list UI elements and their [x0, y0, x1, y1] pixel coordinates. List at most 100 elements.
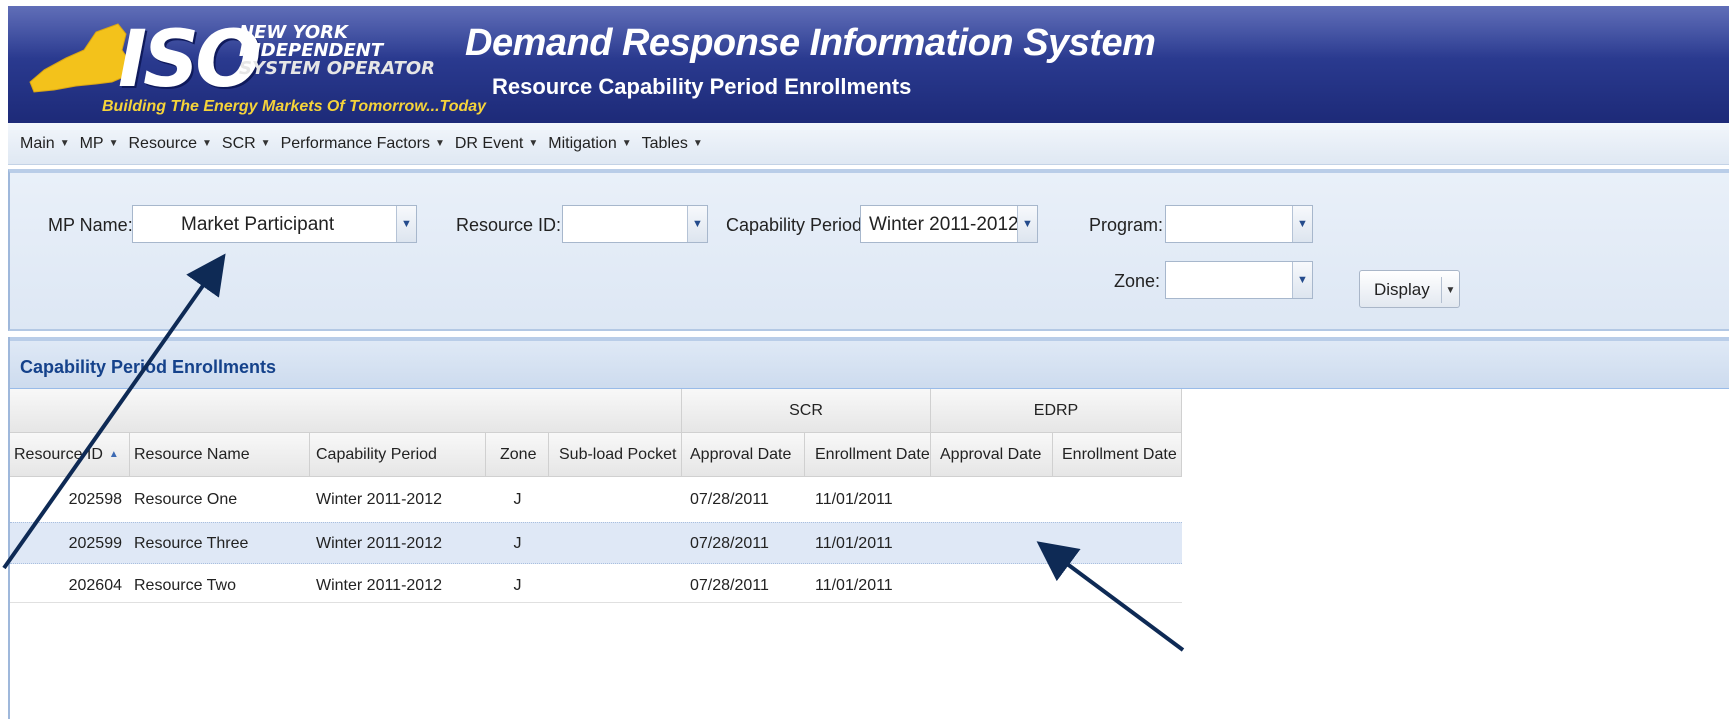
- cell-scr-enrollment-date: 11/01/2011: [815, 577, 893, 594]
- menu-mitigation[interactable]: Mitigation ▼: [548, 135, 631, 153]
- header-scr-approval-date[interactable]: Approval Date: [682, 433, 805, 477]
- header-edrp-enrollment-date[interactable]: Enrollment Date: [1053, 433, 1182, 477]
- menu-performance-factors-label: Performance Factors: [280, 134, 430, 152]
- menu-dr-event[interactable]: DR Event ▼: [455, 135, 538, 153]
- cell-zone: J: [513, 535, 522, 552]
- main-menu-bar: Main ▼ MP ▼ Resource ▼ SCR ▼ Performance Fac…: [8, 123, 1729, 165]
- cell-zone: J: [513, 491, 522, 508]
- page-subtitle: Resource Capability Period Enrollments: [492, 74, 912, 99]
- cell-edrp-approval-date: [940, 565, 1053, 607]
- header-sub-load-pocket[interactable]: Sub-load Pocket: [549, 433, 682, 477]
- cell-edrp-enrollment-date: [1062, 479, 1182, 521]
- header-zone[interactable]: Zone: [486, 433, 549, 477]
- caret-down-icon: ▼: [108, 138, 119, 149]
- cell-edrp-approval-date: [940, 479, 1053, 521]
- cell-zone: J: [513, 577, 522, 594]
- display-button[interactable]: Display ▼: [1359, 270, 1460, 308]
- cell-scr-enrollment-date: 11/01/2011: [815, 491, 893, 508]
- caret-down-icon: ▼: [621, 138, 632, 149]
- menu-dr-event-label: DR Event: [454, 134, 524, 152]
- menu-main[interactable]: Main ▼: [20, 135, 70, 153]
- cell-capability-period: Winter 2011-2012: [316, 577, 442, 594]
- cell-resource-id: 202604: [68, 577, 122, 594]
- enrollments-grid-panel: Capability Period Enrollments SCR EDRP R…: [8, 337, 1729, 719]
- cell-sub-load-pocket: [559, 479, 682, 521]
- zone-combo[interactable]: ▼: [1165, 261, 1313, 299]
- program-combo[interactable]: ▼: [1165, 205, 1313, 243]
- dropdown-arrow-icon[interactable]: ▼: [396, 206, 416, 242]
- header-resource-id-label: Resource ID: [14, 445, 103, 463]
- cell-sub-load-pocket: [559, 565, 682, 607]
- app-title: Demand Response Information System: [465, 22, 1156, 64]
- menu-performance-factors[interactable]: Performance Factors ▼: [281, 135, 445, 153]
- grid-title: Capability Period Enrollments: [20, 357, 277, 377]
- header-edrp-approval-date[interactable]: Approval Date: [931, 433, 1053, 477]
- mp-name-combo[interactable]: Market Participant ▼: [132, 205, 417, 243]
- cell-resource-id: 202598: [68, 491, 122, 508]
- header-banner: ISO NEW YORK INDEPENDENT SYSTEM OPERATOR…: [8, 6, 1729, 123]
- mp-name-label: MP Name:: [48, 215, 133, 235]
- dropdown-arrow-icon[interactable]: ▼: [1292, 206, 1312, 242]
- menu-scr-label: SCR: [221, 134, 256, 152]
- zone-label: Zone:: [1114, 271, 1161, 291]
- grid-bottom-border: [10, 602, 1182, 603]
- cell-capability-period: Winter 2011-2012: [316, 535, 442, 552]
- menu-scr[interactable]: SCR ▼: [222, 135, 271, 153]
- caret-down-icon: ▼: [692, 138, 703, 149]
- dropdown-arrow-icon[interactable]: ▼: [687, 206, 707, 242]
- cell-edrp-enrollment-date: [1062, 565, 1182, 607]
- display-button-label: Display: [1374, 280, 1430, 299]
- menu-resource-label: Resource: [128, 134, 197, 152]
- table-row[interactable]: 202598 Resource One Winter 2011-2012 J 0…: [10, 479, 1182, 521]
- cell-sub-load-pocket: [559, 523, 682, 565]
- cell-scr-approval-date: 07/28/2011: [690, 491, 769, 508]
- menu-resource[interactable]: Resource ▼: [129, 135, 212, 153]
- capability-period-label: Capability Period:: [726, 215, 868, 235]
- sort-ascending-icon[interactable]: ▲: [109, 449, 119, 460]
- group-header-scr: SCR: [682, 389, 931, 433]
- menu-mp-label: MP: [79, 134, 104, 152]
- cell-scr-approval-date: 07/28/2011: [690, 577, 769, 594]
- cell-capability-period: Winter 2011-2012: [316, 491, 442, 508]
- header-scr-enrollment-date[interactable]: Enrollment Date: [805, 433, 931, 477]
- program-label: Program:: [1089, 215, 1164, 235]
- header-capability-period[interactable]: Capability Period: [310, 433, 486, 477]
- grid-title-bar: Capability Period Enrollments: [10, 337, 1729, 389]
- menu-mitigation-label: Mitigation: [548, 134, 617, 152]
- caret-down-icon: ▼: [434, 138, 445, 149]
- split-arrow-icon[interactable]: ▼: [1441, 277, 1459, 303]
- cell-scr-approval-date: 07/28/2011: [690, 535, 769, 552]
- menu-mp[interactable]: MP ▼: [80, 135, 119, 153]
- header-resource-name[interactable]: Resource Name: [130, 433, 310, 477]
- resource-id-label: Resource ID:: [456, 215, 562, 235]
- cell-resource-id: 202599: [68, 535, 122, 552]
- menu-tables[interactable]: Tables ▼: [642, 135, 703, 153]
- table-row-selected[interactable]: 202599 Resource Three Winter 2011-2012 J…: [10, 522, 1182, 564]
- group-header-blank: [10, 389, 682, 433]
- capability-period-value: Winter 2011-2012: [869, 214, 1019, 235]
- caret-down-icon: ▼: [260, 138, 271, 149]
- cell-edrp-enrollment-date: [1062, 523, 1182, 565]
- mp-name-value: Market Participant: [181, 214, 335, 235]
- nyiso-logo[interactable]: ISO NEW YORK INDEPENDENT SYSTEM OPERATOR…: [26, 20, 506, 120]
- cell-edrp-approval-date: [940, 523, 1053, 565]
- group-header-edrp: EDRP: [931, 389, 1182, 433]
- dropdown-arrow-icon[interactable]: ▼: [1292, 262, 1312, 298]
- capability-period-combo[interactable]: Winter 2011-2012 ▼: [860, 205, 1038, 243]
- caret-down-icon: ▼: [59, 138, 70, 149]
- menu-tables-label: Tables: [641, 134, 688, 152]
- cell-resource-name: Resource One: [134, 491, 238, 508]
- dropdown-arrow-icon[interactable]: ▼: [1017, 206, 1037, 242]
- table-row[interactable]: 202604 Resource Two Winter 2011-2012 J 0…: [10, 565, 1182, 607]
- resource-id-combo[interactable]: ▼: [562, 205, 708, 243]
- cell-resource-name: Resource Three: [134, 535, 249, 552]
- logo-letters: ISO: [118, 15, 262, 105]
- menu-main-label: Main: [20, 134, 55, 152]
- caret-down-icon: ▼: [201, 138, 212, 149]
- filter-panel: MP Name: Market Participant ▼ Resource I…: [8, 169, 1729, 331]
- logo-tagline: Building The Energy Markets Of Tomorrow.…: [102, 98, 487, 115]
- cell-resource-name: Resource Two: [134, 577, 236, 594]
- caret-down-icon: ▼: [528, 138, 539, 149]
- header-resource-id[interactable]: Resource ID ▲: [10, 433, 130, 477]
- cell-scr-enrollment-date: 11/01/2011: [815, 535, 893, 552]
